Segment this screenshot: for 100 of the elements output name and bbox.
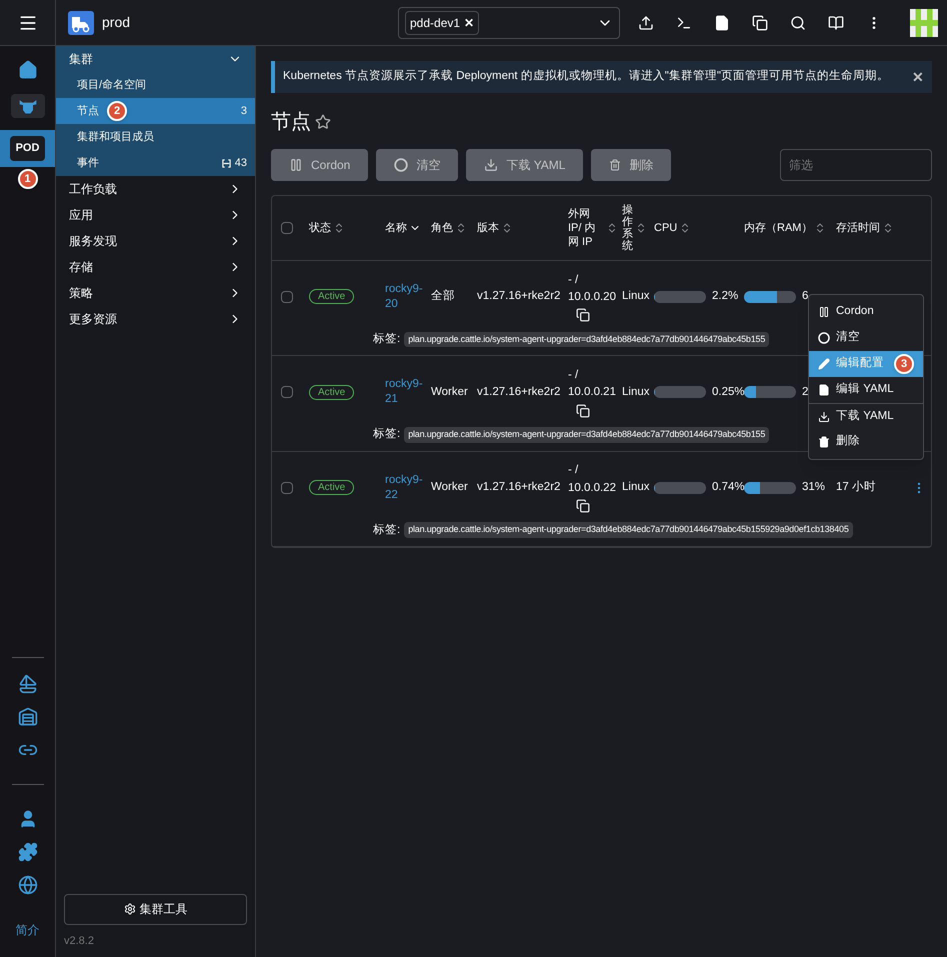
nav-group[interactable]: 工作负载	[56, 176, 255, 202]
status-badge: Active	[309, 384, 354, 400]
menu-item[interactable]: 删除	[809, 429, 923, 455]
chip-remove[interactable]: ✕	[464, 14, 474, 32]
warehouse-icon[interactable]	[18, 707, 38, 727]
cpu-reading: 0.25%	[712, 384, 745, 400]
cluster-name: prod	[102, 13, 130, 32]
nav-item[interactable]: 集群和项目成员	[56, 124, 255, 150]
version-cell-text: v1.27.16+rke2r2	[477, 384, 562, 400]
filter-field[interactable]: 筛选	[780, 149, 932, 181]
puzzle-icon[interactable]	[18, 842, 38, 862]
circle-icon	[394, 158, 408, 172]
nav-item[interactable]: 节点 2 3	[56, 98, 255, 124]
nav-group[interactable]: 更多资源	[56, 306, 255, 332]
node-name-link[interactable]: rocky9-22	[385, 472, 425, 502]
version-cell-text: v1.27.16+rke2r2	[477, 289, 562, 304]
select-all-checkbox[interactable]	[281, 222, 293, 234]
version-cell-text: v1.27.16+rke2r2	[477, 480, 562, 495]
nav-item-label: 项目/命名空间	[77, 78, 146, 93]
banner-close[interactable]: ✕	[912, 66, 924, 88]
copy-icon[interactable]	[576, 404, 590, 418]
nav-item-label: 节点	[77, 104, 99, 119]
column-header[interactable]: 版本	[477, 220, 568, 236]
nav-item-label: 事件	[77, 156, 99, 171]
row-checkbox[interactable]	[281, 386, 293, 398]
rail-item[interactable]	[10, 94, 44, 118]
sailboat-icon[interactable]	[18, 674, 38, 694]
row-checkbox[interactable]	[281, 482, 293, 494]
upload-icon[interactable]	[638, 14, 654, 30]
step-marker: 1	[18, 168, 38, 189]
tag-key: 标签:	[373, 426, 400, 444]
nav-group[interactable]: 存储	[56, 254, 255, 280]
nav-group[interactable]: 服务发现	[56, 228, 255, 254]
column-header[interactable]: 存活时间	[836, 220, 912, 236]
nav-item-count: 3	[240, 104, 247, 119]
cluster-tools-button[interactable]: 集群工具	[64, 894, 247, 924]
column-header[interactable]: CPU	[654, 220, 744, 236]
download-icon	[818, 410, 830, 422]
sort-icon[interactable]	[501, 222, 513, 234]
sort-icon[interactable]	[635, 222, 647, 234]
book-icon[interactable]	[828, 14, 844, 30]
cluster-badge[interactable]: POD	[10, 136, 46, 160]
page-title: 节点	[271, 110, 311, 135]
menu-item[interactable]: 清空	[809, 325, 923, 351]
terminal-icon[interactable]	[676, 14, 692, 30]
cpu-reading: 0.74%	[712, 480, 745, 495]
namespace-chip-label: pdd-dev1	[410, 14, 460, 32]
tag-chip: plan.upgrade.cattle.io/system-agent-upgrader=d3afd4eb884edc7a77db901446479abc45b155	[404, 427, 770, 443]
column-header[interactable]: 操作系统	[622, 204, 654, 252]
copy-icon[interactable]	[576, 308, 590, 322]
column-header[interactable]: 角色	[431, 220, 477, 236]
memory-reading: 6	[802, 289, 808, 304]
rail-item[interactable]: POD	[0, 130, 55, 166]
os-cell-text: Linux	[622, 480, 650, 495]
copy-icon[interactable]	[576, 498, 590, 513]
step-marker: 3	[894, 354, 914, 374]
tag-chip: plan.upgrade.cattle.io/system-agent-upgrader=d3afd4eb884edc7a77db901446479abc45b155929a9d0ef1cb138405	[404, 522, 853, 538]
sort-icon[interactable]	[333, 222, 345, 234]
row-checkbox[interactable]	[281, 291, 293, 303]
memory-reading: 2	[802, 384, 808, 400]
download-icon	[484, 158, 498, 172]
nav-group[interactable]: 策略	[56, 280, 255, 306]
home-icon[interactable]	[18, 60, 38, 80]
memory-reading: 31%	[802, 480, 826, 495]
about-link[interactable]: 简介	[16, 921, 40, 939]
nav-group[interactable]: 应用	[56, 202, 255, 228]
namespace-filter[interactable]: pdd-dev1 ✕	[398, 6, 620, 38]
sort-icon[interactable]	[455, 222, 467, 234]
copy-icon[interactable]	[752, 14, 768, 30]
sort-icon[interactable]	[606, 222, 618, 234]
banner-text: Kubernetes 节点资源展示了承载 Deployment 的虚拟机或物理机。请进入"集群管理"页面管理可用节点的生命周期。	[283, 68, 889, 84]
column-header[interactable]: 内存（RAM）	[744, 220, 836, 236]
menu-item[interactable]: 下载 YAML	[809, 403, 923, 429]
truck-logo-icon	[68, 10, 94, 34]
ip-cell-text: - / 10.0.0.22	[568, 463, 617, 496]
menu-item[interactable]: 编辑配置 3	[809, 351, 923, 377]
column-header[interactable]: 名称	[385, 220, 431, 236]
node-name-link[interactable]: rocky9-20	[385, 282, 425, 312]
role-cell-text: 全部	[431, 288, 456, 304]
column-header[interactable]: 外网 IP/ 内网 IP	[568, 206, 622, 250]
ip-cell-text: - / 10.0.0.21	[568, 368, 617, 400]
ip-cell-text: - / 10.0.0.20	[568, 272, 617, 305]
nav-item-count: 43	[222, 154, 247, 172]
menu-item[interactable]: Cordon	[809, 299, 923, 325]
node-name-link[interactable]: rocky9-21	[385, 377, 425, 408]
role-cell-text: Worker	[431, 384, 469, 400]
nav-item[interactable]: 事件 43	[56, 150, 255, 176]
cpu-reading: 2.2%	[712, 289, 738, 304]
sort-icon[interactable]	[882, 222, 894, 234]
file-icon[interactable]	[714, 14, 730, 30]
favorite-star-icon[interactable]	[315, 114, 331, 130]
menu-item[interactable]: 编辑 YAML	[809, 377, 923, 403]
column-header[interactable]: 状态	[309, 220, 385, 236]
step-marker: 2	[107, 101, 127, 121]
globe-icon[interactable]	[18, 875, 38, 895]
nav-item[interactable]: 项目/命名空间	[56, 72, 255, 98]
search-icon[interactable]	[790, 14, 806, 30]
circle-icon	[818, 332, 830, 344]
tag-chip: plan.upgrade.cattle.io/system-agent-upgrader=d3afd4eb884edc7a77db901446479abc45b155	[404, 332, 770, 348]
nav-group[interactable]: 集群	[56, 46, 255, 72]
